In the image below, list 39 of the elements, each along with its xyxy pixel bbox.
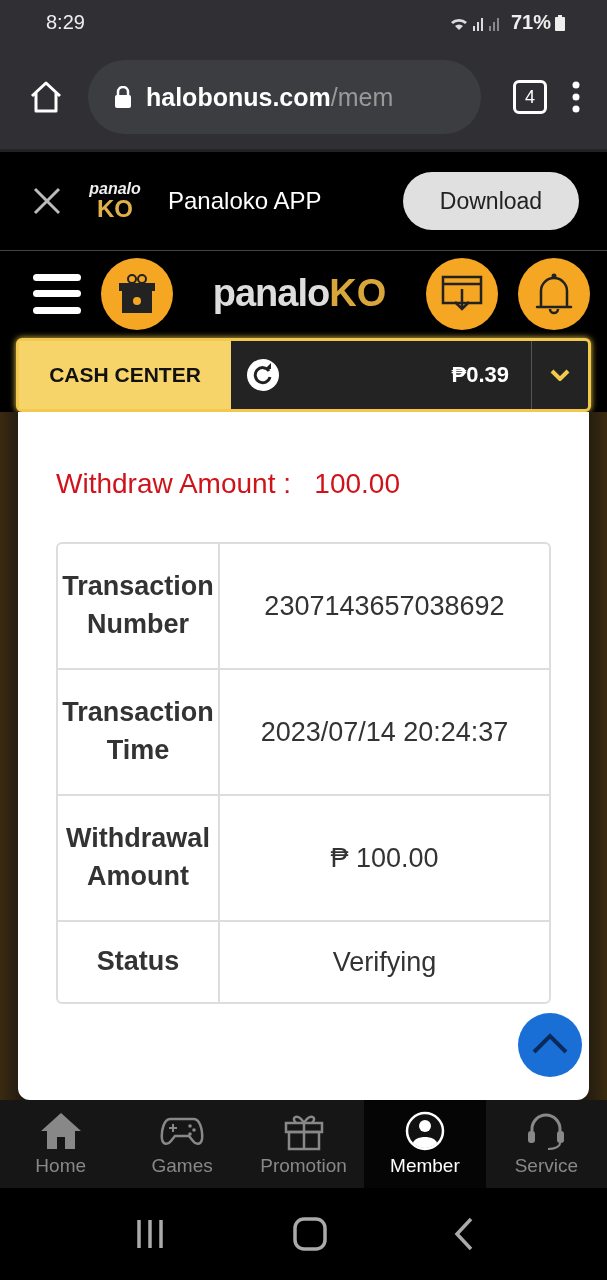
site-logo: panaloKO	[211, 272, 388, 315]
home-button-icon[interactable]	[292, 1217, 327, 1251]
app-logo: panalo KO	[88, 181, 142, 221]
address-bar[interactable]: halobonus.com/mem	[88, 60, 481, 134]
battery-percent: 71%	[510, 11, 551, 34]
balance-amount: ₱0.39	[451, 362, 509, 388]
withdraw-amount-text: Withdraw Amount : 100.00	[56, 468, 401, 500]
nav-tab[interactable]: Games	[121, 1100, 243, 1188]
nav-tab[interactable]: Promotion	[242, 1100, 365, 1188]
menu-icon[interactable]	[32, 271, 82, 316]
table-cell-text: 2023/07/14 20:24:37	[259, 715, 510, 749]
tab-count-button[interactable]: 4	[513, 80, 547, 114]
close-icon[interactable]	[32, 186, 62, 216]
more-icon[interactable]	[571, 81, 581, 113]
battery-icon	[555, 14, 565, 31]
chevron-down-icon[interactable]	[550, 369, 570, 381]
table-cell-text: ₱ 100.00	[329, 841, 440, 875]
bell-icon[interactable]	[517, 256, 591, 331]
app-title: Panaloko APP	[168, 187, 323, 215]
table-cell-text: Verifying	[331, 945, 438, 979]
back-icon[interactable]	[453, 1217, 474, 1251]
table-cell-text: 2307143657038692	[263, 589, 506, 623]
gift-box-icon[interactable]	[100, 256, 174, 331]
home-icon[interactable]	[28, 79, 64, 115]
table-cell: Transaction Number	[58, 544, 220, 668]
table-cell: Transaction Time	[58, 670, 220, 794]
table-cell: Status	[58, 922, 220, 1002]
table-cell: Withdrawal Amount	[58, 796, 220, 920]
scroll-top-button[interactable]	[517, 1012, 583, 1078]
clock: 8:29	[46, 11, 85, 34]
nav-tab[interactable]: Member	[364, 1100, 486, 1188]
cash-center-label[interactable]: CASH CENTER	[19, 341, 231, 409]
nav-tab[interactable]: Home	[0, 1100, 122, 1188]
download-button[interactable]: Download	[403, 172, 579, 230]
lock-icon	[114, 86, 132, 108]
url-text: halobonus.com/mem	[146, 82, 394, 112]
nav-tab[interactable]: Service	[485, 1100, 607, 1188]
refresh-icon[interactable]	[247, 359, 279, 391]
download-icon[interactable]	[425, 256, 499, 331]
